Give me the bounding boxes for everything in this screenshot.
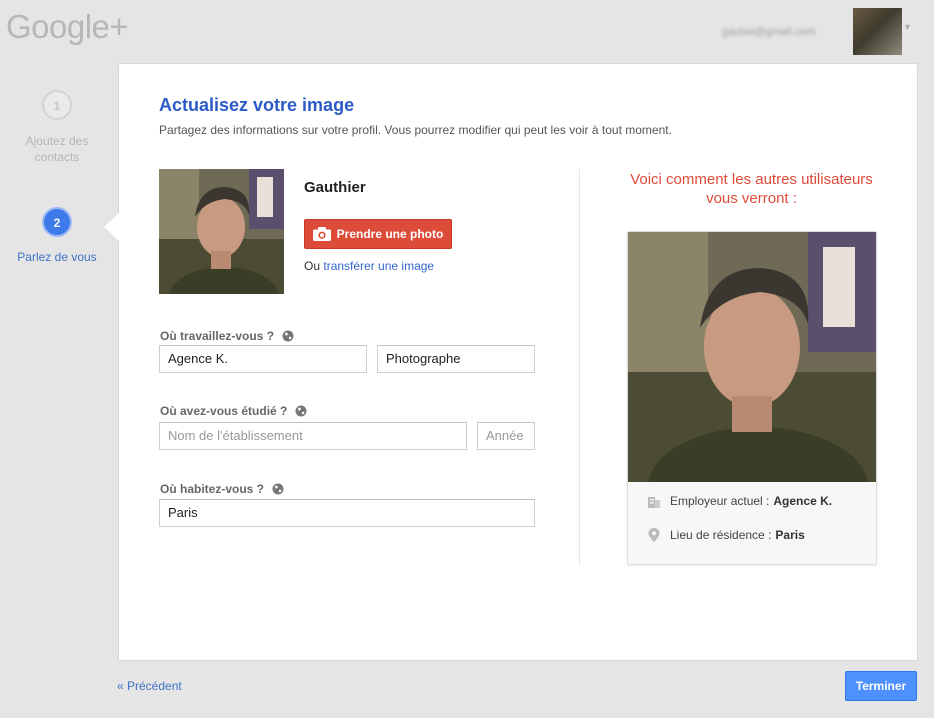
camera-icon <box>312 227 331 241</box>
profile-photo-image <box>159 169 284 294</box>
work-label: Où travaillez-vous ? <box>160 329 294 343</box>
step-number-2: 2 <box>42 207 72 237</box>
employer-input[interactable]: Agence K. <box>159 345 367 373</box>
preview-photo-image <box>628 232 876 482</box>
preview-photo <box>628 232 876 482</box>
step-add-contacts[interactable]: 1 Ajoutez des contacts <box>10 90 104 165</box>
upload-image-link[interactable]: transférer une image <box>323 259 434 273</box>
preview-residence-row: Lieu de résidence : Paris <box>648 528 805 542</box>
step-number-1: 1 <box>42 90 72 120</box>
step-label-add-contacts: Ajoutez des contacts <box>25 134 89 164</box>
step-about-you[interactable]: 2 Parlez de vous <box>10 207 104 265</box>
finish-button[interactable]: Terminer <box>845 671 917 701</box>
page-title: Actualisez votre image <box>159 95 355 115</box>
work-label-text: Où travaillez-vous ? <box>160 329 275 343</box>
preview-employer-value: Agence K. <box>773 494 833 508</box>
previous-link[interactable]: « Précédent <box>117 679 182 693</box>
year-input[interactable]: Année <box>477 422 535 450</box>
upload-prefix: Ou <box>304 259 321 273</box>
step-pointer <box>104 213 119 241</box>
chevron-down-icon[interactable]: ▾ <box>905 22 910 33</box>
city-input[interactable]: Paris <box>159 499 535 527</box>
profile-name: Gauthier <box>304 179 366 196</box>
account-email[interactable]: gautaii@gmail.com <box>722 26 816 38</box>
building-icon <box>648 497 660 508</box>
job-title-input[interactable]: Photographe <box>377 345 535 373</box>
school-input[interactable]: Nom de l'établissement <box>159 422 467 450</box>
residence-label-text: Où habitez-vous ? <box>160 482 265 496</box>
location-pin-icon <box>648 528 660 542</box>
globe-icon[interactable] <box>282 330 294 342</box>
profile-card: Actualisez votre image Partagez des info… <box>118 63 918 661</box>
preview-card: Employeur actuel : Agence K. Lieu de rés… <box>627 231 877 565</box>
preview-employer-row: Employeur actuel : Agence K. <box>648 494 832 508</box>
globe-icon[interactable] <box>272 483 284 495</box>
preview-residence-value: Paris <box>775 528 805 542</box>
page-subtitle: Partagez des informations sur votre prof… <box>159 123 672 137</box>
account-avatar[interactable] <box>853 8 902 55</box>
take-photo-label: Prendre une photo <box>336 227 444 241</box>
globe-icon[interactable] <box>295 405 307 417</box>
google-plus-logo[interactable]: Google+ <box>6 8 129 46</box>
education-label-text: Où avez-vous étudié ? <box>160 404 288 418</box>
preview-heading: Voici comment les autres utilisateurs vo… <box>630 171 873 207</box>
upload-line: Ou transférer une image <box>304 259 434 273</box>
preview-residence-label: Lieu de résidence : <box>670 528 772 542</box>
education-label: Où avez-vous étudié ? <box>160 404 307 418</box>
column-divider <box>579 169 580 566</box>
step-label-about-you: Parlez de vous <box>17 250 97 264</box>
profile-photo[interactable] <box>159 169 284 294</box>
preview-employer-label: Employeur actuel : <box>670 494 770 508</box>
take-photo-button[interactable]: Prendre une photo <box>304 219 452 249</box>
residence-label: Où habitez-vous ? <box>160 482 284 496</box>
